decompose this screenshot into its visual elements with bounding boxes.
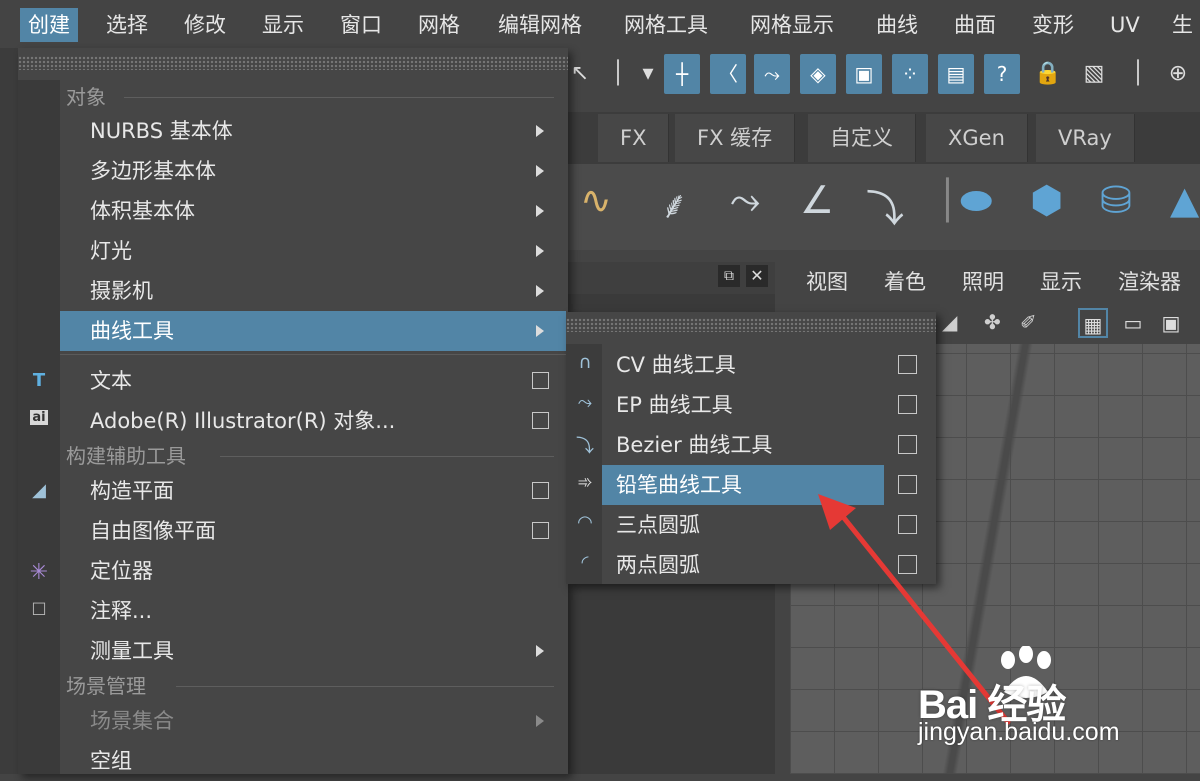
watermark-url: jingyan.baidu.com (918, 718, 1120, 746)
